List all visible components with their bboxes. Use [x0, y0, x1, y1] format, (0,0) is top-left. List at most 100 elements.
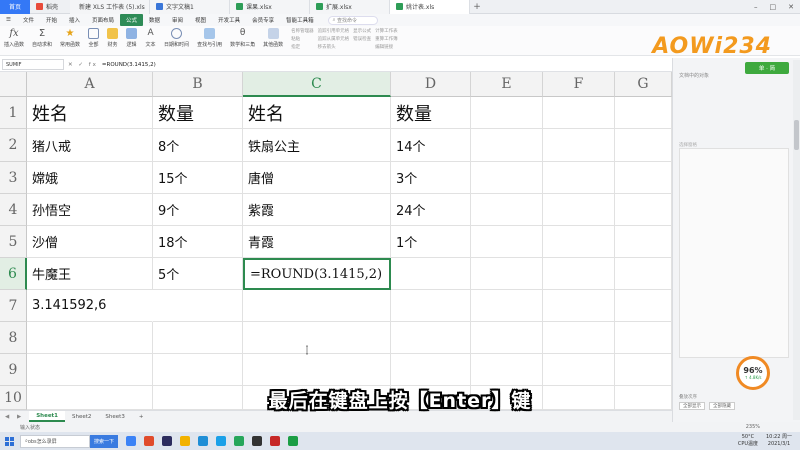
- menu-home[interactable]: 开始: [40, 14, 63, 26]
- cell-f8[interactable]: [543, 322, 615, 354]
- menu-view[interactable]: 视图: [189, 14, 212, 26]
- row-header-9[interactable]: 9: [0, 354, 27, 386]
- column-header-d[interactable]: D: [391, 72, 471, 97]
- cell-a1[interactable]: 姓名: [27, 97, 153, 129]
- menu-formulas[interactable]: 公式: [120, 14, 144, 26]
- text-button[interactable]: A 文本: [141, 28, 160, 48]
- cell-a3[interactable]: 嫦娥: [27, 162, 153, 194]
- taskbar-clock[interactable]: 10:22 周一 2021/3/1: [766, 434, 792, 448]
- cell-c8[interactable]: [243, 322, 391, 354]
- cell-f9[interactable]: [543, 354, 615, 386]
- cell-a6[interactable]: 牛魔王: [27, 258, 153, 290]
- cell-a8[interactable]: [27, 322, 153, 354]
- autosum-button[interactable]: Σ 自动求和: [28, 28, 56, 48]
- row-header-3[interactable]: 3: [0, 162, 27, 194]
- cell-e9[interactable]: [471, 354, 543, 386]
- cell-d3[interactable]: 3个: [391, 162, 471, 194]
- app-red-icon[interactable]: [144, 436, 155, 446]
- column-header-f[interactable]: F: [543, 72, 615, 97]
- maximize-icon[interactable]: □: [764, 3, 783, 11]
- cell-f5[interactable]: [543, 226, 615, 258]
- cell-a5[interactable]: 沙僧: [27, 226, 153, 258]
- cell-g3[interactable]: [615, 162, 672, 194]
- taskbar-search-button[interactable]: 搜索一下: [90, 434, 119, 448]
- cell-g7[interactable]: [615, 290, 672, 322]
- cell-g2[interactable]: [615, 129, 672, 162]
- row-header-7[interactable]: 7: [0, 290, 27, 322]
- row-header-5[interactable]: 5: [0, 226, 27, 258]
- row-header-6[interactable]: 6: [0, 258, 27, 290]
- app-blue-icon[interactable]: [216, 436, 227, 446]
- row-header-8[interactable]: 8: [0, 322, 27, 354]
- cell-d2[interactable]: 14个: [391, 129, 471, 162]
- browser-app-icon[interactable]: [126, 436, 137, 446]
- cell-f2[interactable]: [543, 129, 615, 162]
- menu-data[interactable]: 数据: [143, 14, 166, 26]
- cell-g4[interactable]: [615, 194, 672, 226]
- all-functions-button[interactable]: 全部: [84, 28, 103, 48]
- cell-d7[interactable]: [391, 290, 471, 322]
- remove-arrows-button[interactable]: 移去箭头: [318, 44, 350, 50]
- cell-e2[interactable]: [471, 129, 543, 162]
- input-mode-toggle[interactable]: 单 · 简: [745, 62, 789, 74]
- tab-file-3[interactable]: 课果.xlsx: [230, 0, 310, 14]
- column-header-e[interactable]: E: [471, 72, 543, 97]
- row-header-4[interactable]: 4: [0, 194, 27, 226]
- zoom-control[interactable]: 235%: [746, 422, 760, 432]
- minimize-icon[interactable]: –: [748, 3, 764, 11]
- tab-file-5[interactable]: 姚计表.xls: [390, 0, 470, 14]
- cell-a7[interactable]: 3.141592,6: [27, 290, 153, 322]
- insert-function-button[interactable]: fx 插入函数: [0, 28, 28, 48]
- trace-precedents-button[interactable]: 追踪引用单元格: [318, 28, 350, 34]
- tab-file-1[interactable]: 新建 XLS 工作表 (5).xls: [70, 0, 150, 14]
- photoshop-app-icon[interactable]: [198, 436, 209, 446]
- math-trig-button[interactable]: θ 数学和三角: [226, 28, 259, 48]
- cell-e5[interactable]: [471, 226, 543, 258]
- cell-e4[interactable]: [471, 194, 543, 226]
- column-header-c[interactable]: C: [243, 72, 391, 97]
- lookup-reference-button[interactable]: 查找与引用: [193, 28, 226, 48]
- cell-c6-active[interactable]: =ROUND(3.1415,2): [243, 258, 391, 290]
- cell-e7[interactable]: [471, 290, 543, 322]
- other-functions-button[interactable]: 其他函数: [259, 28, 287, 48]
- specify-button[interactable]: 指定: [291, 44, 314, 50]
- menu-hamburger-icon[interactable]: ☰: [0, 14, 17, 26]
- menu-file[interactable]: 文件: [17, 14, 40, 26]
- premiere-app-icon[interactable]: [162, 436, 173, 446]
- vertical-scrollbar[interactable]: [793, 60, 800, 420]
- show-formulas-button[interactable]: 显示公式: [353, 28, 371, 34]
- error-check-button[interactable]: 错误检查: [353, 36, 371, 42]
- tab-docer[interactable]: 稻壳: [30, 0, 70, 14]
- tab-home[interactable]: 首页: [0, 0, 30, 14]
- cell-b8[interactable]: [153, 322, 243, 354]
- folder-app-icon[interactable]: [180, 436, 191, 446]
- menu-review[interactable]: 审阅: [166, 14, 189, 26]
- menu-insert[interactable]: 插入: [63, 14, 86, 26]
- cell-d6[interactable]: [391, 258, 471, 290]
- column-header-b[interactable]: B: [153, 72, 243, 97]
- wechat-app-icon[interactable]: [234, 436, 245, 446]
- cell-c2[interactable]: 铁扇公主: [243, 129, 391, 162]
- menu-page-layout[interactable]: 页面布局: [86, 14, 120, 26]
- cell-e8[interactable]: [471, 322, 543, 354]
- cell-f7[interactable]: [543, 290, 615, 322]
- logical-button[interactable]: 逻辑: [122, 28, 141, 48]
- cell-b7[interactable]: [153, 290, 243, 322]
- cell-b4[interactable]: 9个: [153, 194, 243, 226]
- tab-file-2[interactable]: 文字文稿1: [150, 0, 230, 14]
- cell-a2[interactable]: 猪八戒: [27, 129, 153, 162]
- cell-c4[interactable]: 紫霞: [243, 194, 391, 226]
- tab-file-4[interactable]: 扩展.xlsx: [310, 0, 390, 14]
- name-manager-button[interactable]: 名称管理器: [291, 28, 314, 34]
- cell-c1[interactable]: 姓名: [243, 97, 391, 129]
- close-icon[interactable]: ✕: [782, 3, 800, 11]
- cell-f1[interactable]: [543, 97, 615, 129]
- object-list[interactable]: [679, 148, 789, 358]
- cell-g5[interactable]: [615, 226, 672, 258]
- edit-links-button[interactable]: 编辑链接: [375, 44, 398, 50]
- cell-a9[interactable]: [27, 354, 153, 386]
- cell-d5[interactable]: 1个: [391, 226, 471, 258]
- cell-b6[interactable]: 5个: [153, 258, 243, 290]
- common-functions-button[interactable]: ★ 常用函数: [56, 28, 84, 48]
- cell-e6[interactable]: [471, 258, 543, 290]
